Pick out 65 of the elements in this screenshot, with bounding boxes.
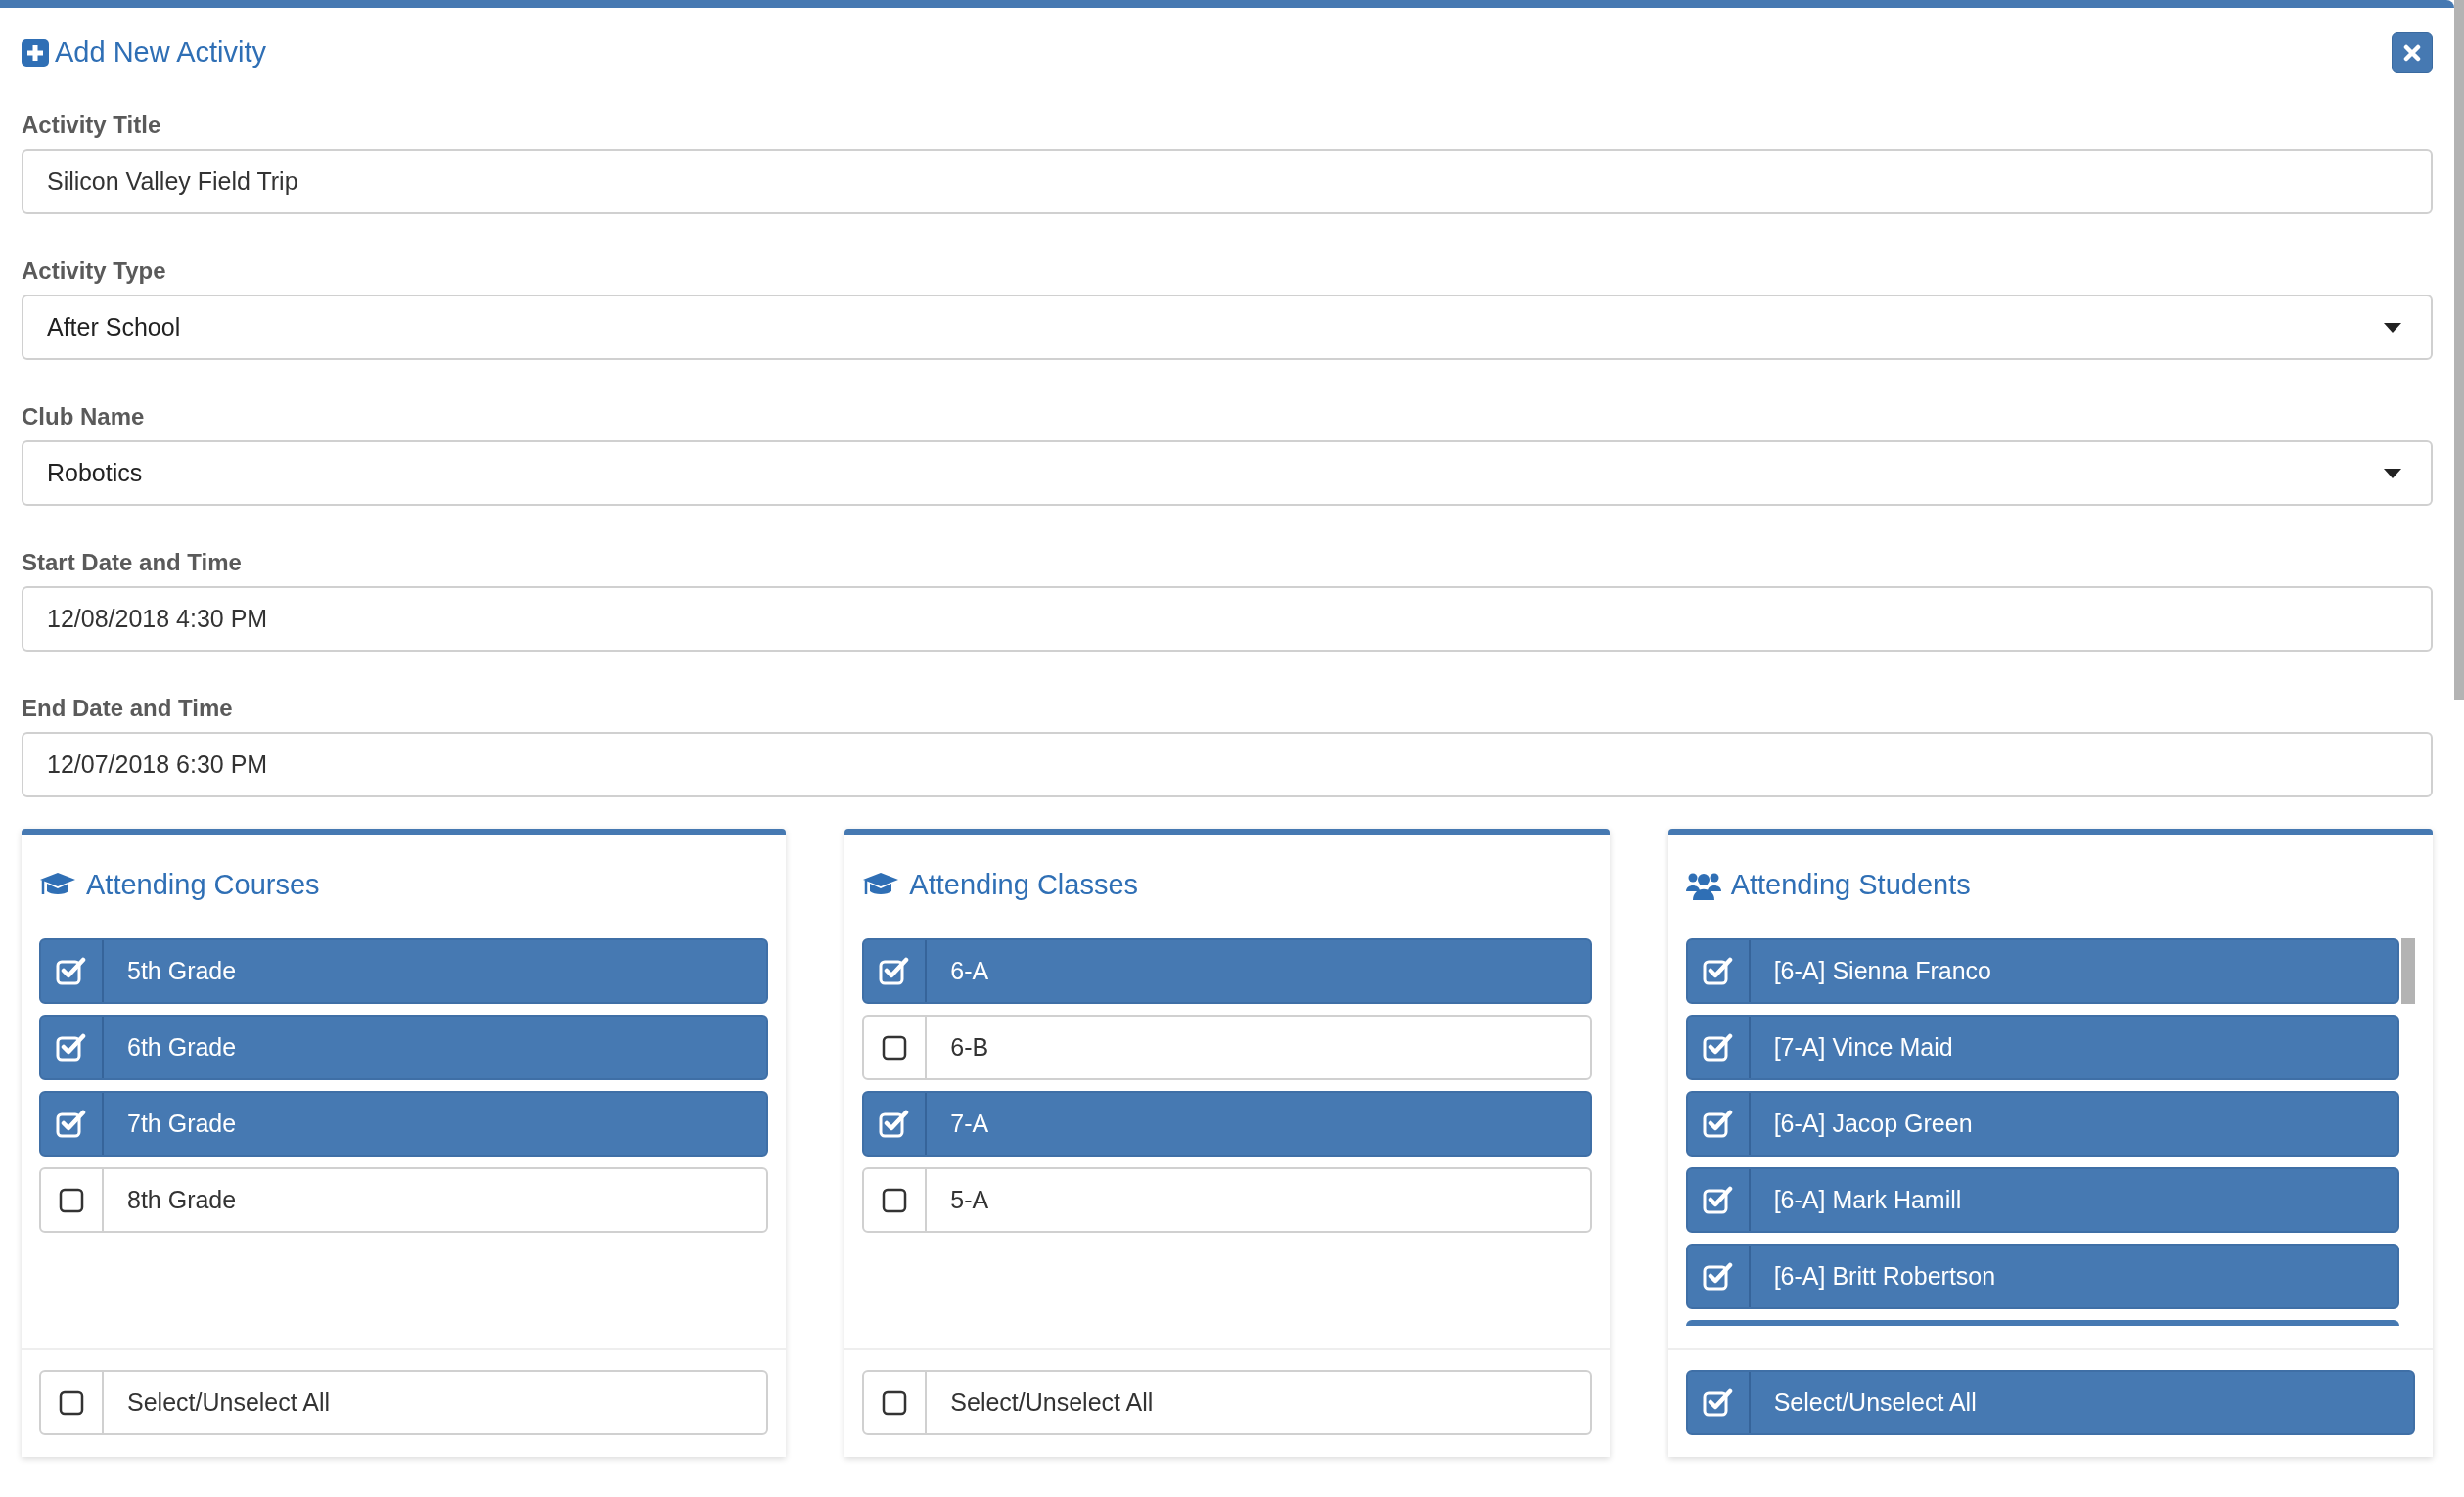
checkbox-list-item[interactable]: Select/Unselect All bbox=[1685, 1370, 2415, 1435]
list-item-label: Select/Unselect All bbox=[126, 1386, 331, 1418]
checkbox-checked-icon[interactable] bbox=[56, 1032, 87, 1063]
list-item-label: Select/Unselect All bbox=[1772, 1386, 1977, 1418]
checkbox-list-item[interactable]: Select/Unselect All bbox=[862, 1370, 1592, 1435]
panel-title: Attending Classes bbox=[909, 868, 1139, 903]
field-label: End Date and Time bbox=[22, 694, 234, 720]
checkbox-checked-icon[interactable] bbox=[56, 1109, 87, 1139]
checkbox-list-item[interactable]: 7-A bbox=[862, 1091, 1592, 1157]
list-item-label: [7-A] Vince Maid bbox=[1772, 1031, 1953, 1063]
checkbox-list-item[interactable]: [6-A] Sienna Franco bbox=[1685, 938, 2399, 1004]
checkbox-list-item[interactable]: Select/Unselect All bbox=[39, 1370, 769, 1435]
field-label: Club Name bbox=[22, 402, 146, 429]
list-item-label: [6-A] Sienna Franco bbox=[1772, 955, 1991, 986]
checkbox-checked-icon[interactable] bbox=[1702, 1109, 1734, 1139]
scrollbar-thumb[interactable] bbox=[2401, 938, 2415, 1004]
plus-square-icon bbox=[22, 39, 49, 67]
field-label: Activity Type bbox=[22, 256, 167, 283]
checkbox-list-item[interactable]: [7-A] Vince Maid bbox=[1685, 1015, 2399, 1080]
select-field[interactable]: After School bbox=[22, 295, 2433, 360]
list-item-label: 8th Grade bbox=[126, 1184, 237, 1215]
checkbox-list-item[interactable]: 6th Grade bbox=[39, 1015, 769, 1080]
checkbox-checked-icon[interactable] bbox=[1702, 1261, 1734, 1292]
checkbox-list-item[interactable]: 6-A bbox=[862, 938, 1592, 1004]
field-label: Start Date and Time bbox=[22, 548, 243, 574]
list-item-label: [6-A] Mark Hamill bbox=[1772, 1184, 1962, 1215]
caret-down-icon bbox=[2384, 468, 2401, 478]
checkbox-checked-icon[interactable] bbox=[56, 956, 87, 986]
field-label: Activity Title bbox=[22, 111, 162, 137]
panel-title: Attending Students bbox=[1730, 868, 1971, 903]
list-item-label: 5th Grade bbox=[126, 955, 237, 986]
checkbox-list-item[interactable]: [6-A] Britt Robertson bbox=[1685, 1244, 2399, 1309]
checkbox-checked-icon[interactable] bbox=[1702, 1032, 1734, 1063]
list-item-label: 7-A bbox=[949, 1108, 989, 1139]
dialog-title: Add New Activity bbox=[55, 35, 266, 70]
checkbox-list-item[interactable]: 7th Grade bbox=[39, 1091, 769, 1157]
checkbox-list-item[interactable]: 6-B bbox=[862, 1015, 1592, 1080]
list-item-label: 7th Grade bbox=[126, 1108, 237, 1139]
list-item-label: Select/Unselect All bbox=[949, 1386, 1154, 1418]
checkbox-list-item[interactable]: 5-A bbox=[862, 1167, 1592, 1233]
input-field[interactable]: 12/07/2018 6:30 PM bbox=[22, 732, 2433, 797]
checkbox-checked-icon[interactable] bbox=[879, 1109, 911, 1139]
checkbox-checked-icon[interactable] bbox=[1702, 1387, 1734, 1418]
list-item-label: 6-A bbox=[949, 955, 989, 986]
close-icon bbox=[2403, 44, 2421, 62]
checkbox-checked-icon[interactable] bbox=[879, 956, 911, 986]
close-button[interactable] bbox=[2392, 32, 2433, 73]
select-field[interactable]: Robotics bbox=[22, 440, 2433, 506]
input-field[interactable]: 12/08/2018 4:30 PM bbox=[22, 586, 2433, 652]
input-field[interactable]: Silicon Valley Field Trip bbox=[22, 149, 2433, 214]
list-item-label: 5-A bbox=[949, 1184, 989, 1215]
list-item-label: [6-A] Britt Robertson bbox=[1772, 1260, 1996, 1292]
caret-down-icon bbox=[2384, 322, 2401, 333]
list-item-label: [6-A] Jacop Green bbox=[1772, 1108, 1973, 1139]
panel-title: Attending Courses bbox=[86, 868, 320, 903]
checkbox-checked-icon[interactable] bbox=[1702, 1185, 1734, 1215]
page-scrollbar[interactable] bbox=[2454, 0, 2464, 700]
checkbox-list-item[interactable]: [6-A] Jacop Green bbox=[1685, 1091, 2399, 1157]
select-value: After School bbox=[47, 311, 181, 342]
list-item-label: 6th Grade bbox=[126, 1031, 237, 1063]
select-value: Robotics bbox=[47, 457, 143, 488]
checkbox-list-item[interactable]: 5th Grade bbox=[39, 938, 769, 1004]
list-item-label: 6-B bbox=[949, 1031, 989, 1063]
checkbox-checked-icon[interactable] bbox=[1702, 956, 1734, 986]
checkbox-list-item[interactable]: [6-A] Mark Hamill bbox=[1685, 1167, 2399, 1233]
